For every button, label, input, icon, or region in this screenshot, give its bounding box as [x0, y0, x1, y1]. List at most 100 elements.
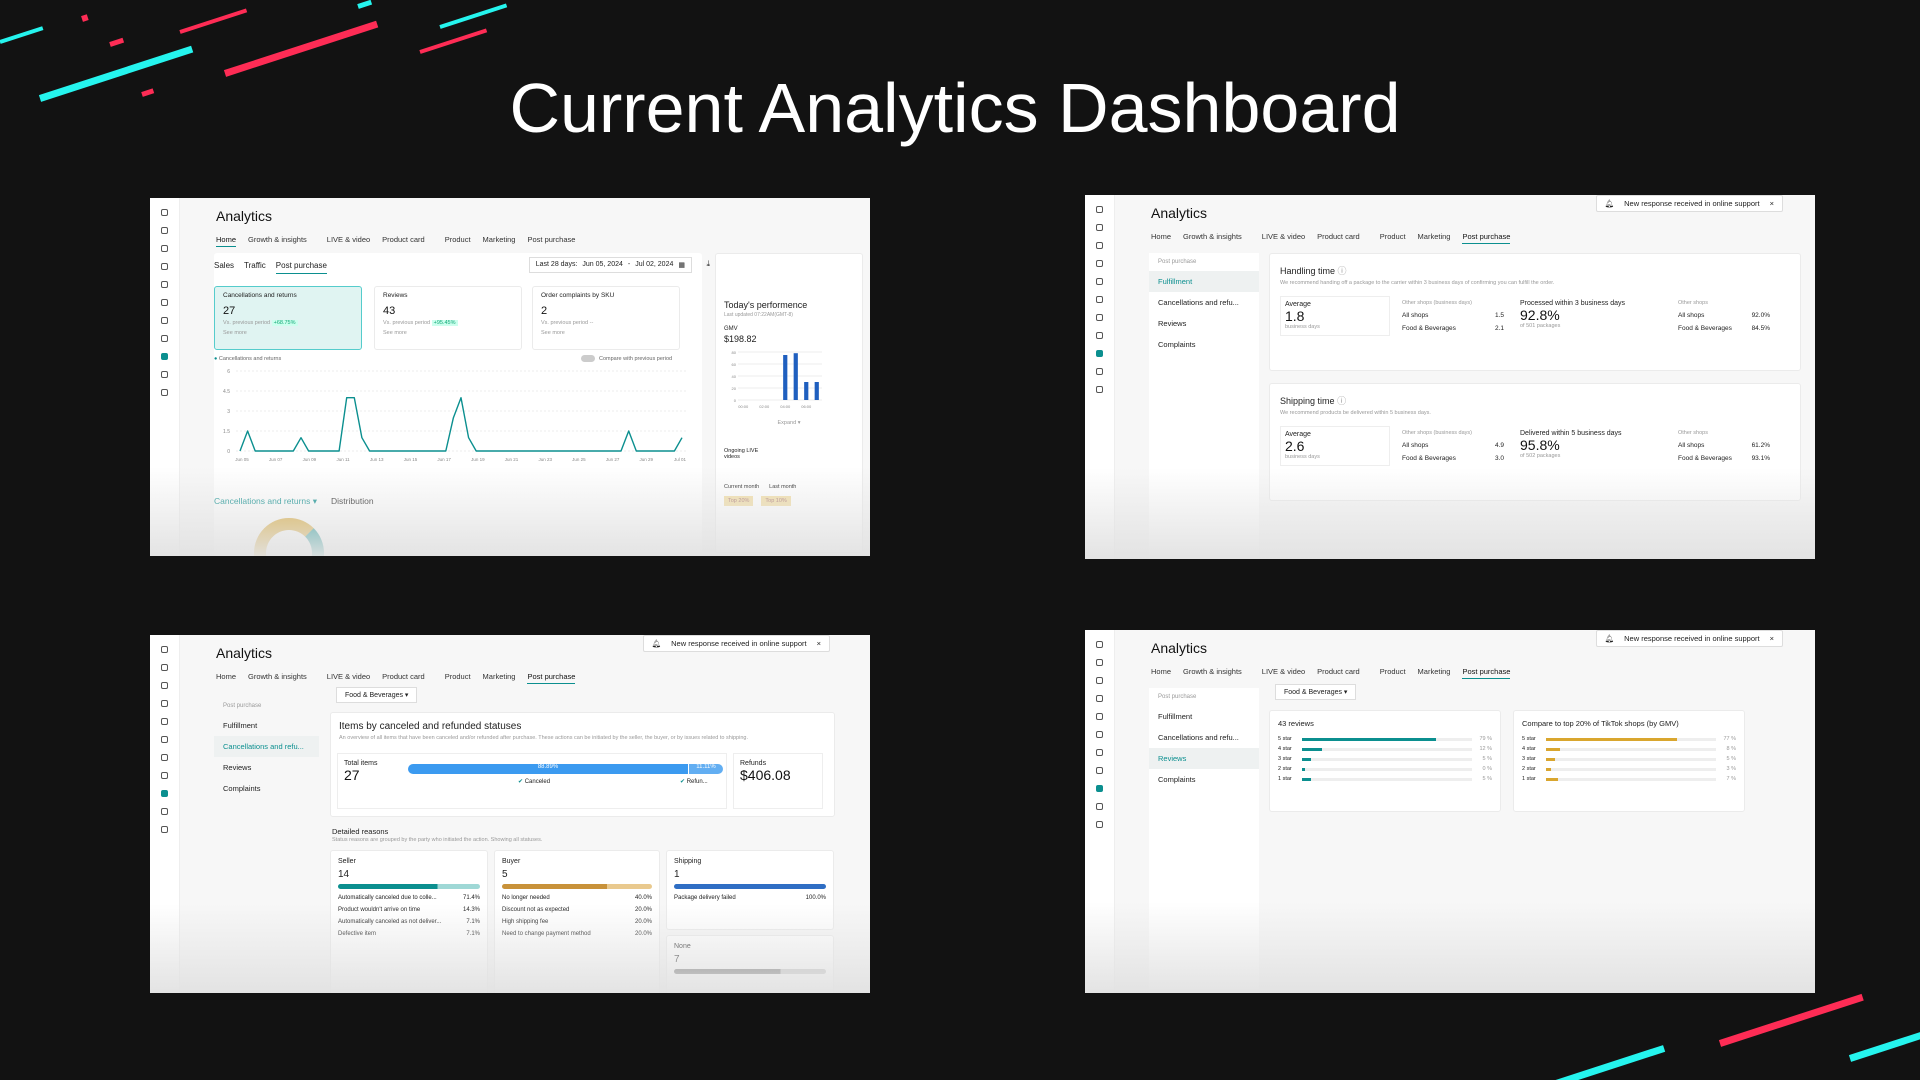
- products-icon[interactable]: [161, 245, 168, 252]
- reason-row[interactable]: High shipping fee 20.0%: [502, 919, 652, 925]
- nav-product[interactable]: Product: [1380, 667, 1406, 679]
- see-more-link[interactable]: See more: [223, 330, 353, 336]
- nav-home[interactable]: Home: [216, 235, 237, 247]
- reason-row[interactable]: Need to change payment method 20.0%: [502, 931, 652, 937]
- sidebar-item-fulfillment[interactable]: Fulfillment: [1149, 706, 1259, 727]
- date-range-picker[interactable]: Last 28 days: Jun 05, 2024 - Jul 02, 202…: [528, 257, 692, 273]
- metric-dropdown[interactable]: Cancellations and returns ▾: [214, 496, 317, 507]
- nav-product[interactable]: Product: [445, 235, 471, 247]
- nav-growth[interactable]: Growth & insights: [1183, 667, 1242, 679]
- nav-home[interactable]: Home: [1151, 667, 1171, 679]
- sidebar-item-cancellations[interactable]: Cancellations and refu...: [214, 736, 319, 757]
- nav-growth[interactable]: Growth & insights: [248, 672, 307, 684]
- finance-icon[interactable]: [1096, 731, 1103, 738]
- expand-button[interactable]: Expand ▾: [724, 420, 854, 426]
- growth-icon[interactable]: [161, 754, 168, 761]
- nav-growth[interactable]: Growth & insights: [248, 235, 307, 247]
- analytics-icon[interactable]: [161, 353, 168, 360]
- location-icon[interactable]: [161, 371, 168, 378]
- nav-product-card[interactable]: Product card: [1317, 232, 1360, 244]
- finance-icon[interactable]: [161, 736, 168, 743]
- marketing-icon[interactable]: [1096, 695, 1103, 702]
- growth-icon[interactable]: [1096, 749, 1103, 756]
- card-icon[interactable]: [161, 389, 168, 396]
- category-filter[interactable]: Food & Beverages ▾: [1275, 684, 1357, 700]
- nav-product[interactable]: Product: [1380, 232, 1406, 244]
- marketing-icon[interactable]: [161, 700, 168, 707]
- metric-card-complaints[interactable]: Order complaints by SKU 2 Vs. previous p…: [532, 286, 680, 350]
- location-icon[interactable]: [1096, 803, 1103, 810]
- marketing-icon[interactable]: [1096, 260, 1103, 267]
- analytics-icon[interactable]: [1096, 785, 1103, 792]
- nav-live[interactable]: LIVE & video: [1262, 667, 1305, 679]
- orders-icon[interactable]: [1096, 224, 1103, 231]
- users-icon[interactable]: [161, 718, 168, 725]
- home-icon[interactable]: [1096, 641, 1103, 648]
- apps-icon[interactable]: [161, 335, 168, 342]
- sidebar-item-reviews[interactable]: Reviews: [214, 757, 319, 778]
- nav-marketing[interactable]: Marketing: [1418, 232, 1451, 244]
- notification-toast[interactable]: 🔔︎ New response received in online suppor…: [1595, 630, 1783, 647]
- reason-row[interactable]: Automatically canceled as not deliver...…: [338, 919, 480, 925]
- nav-home[interactable]: Home: [1151, 232, 1171, 244]
- orders-icon[interactable]: [1096, 659, 1103, 666]
- finance-icon[interactable]: [1096, 296, 1103, 303]
- sidebar-item-complaints[interactable]: Complaints: [1149, 769, 1259, 790]
- products-icon[interactable]: [1096, 242, 1103, 249]
- orders-icon[interactable]: [161, 227, 168, 234]
- tab-post-purchase[interactable]: Post purchase: [275, 261, 327, 274]
- sidebar-item-reviews[interactable]: Reviews: [1149, 748, 1259, 769]
- reason-card-seller[interactable]: Seller 14 Automatically canceled due to co…: [330, 850, 488, 993]
- download-icon[interactable]: ⤓: [706, 259, 710, 269]
- sidebar-item-cancellations[interactable]: Cancellations and refu...: [1149, 292, 1259, 313]
- tab-sales[interactable]: Sales: [214, 261, 234, 274]
- finance-icon[interactable]: [161, 299, 168, 306]
- analytics-icon[interactable]: [161, 790, 168, 797]
- reason-row[interactable]: Defective item 7.1%: [338, 931, 480, 937]
- nav-product[interactable]: Product: [445, 672, 471, 684]
- card-icon[interactable]: [1096, 386, 1103, 393]
- marketing-icon[interactable]: [161, 263, 168, 270]
- analytics-icon[interactable]: [1096, 350, 1103, 357]
- apps-icon[interactable]: [161, 772, 168, 779]
- nav-live[interactable]: LIVE & video: [1262, 232, 1305, 244]
- notification-toast[interactable]: 🔔︎ New response received in online suppor…: [642, 635, 830, 652]
- nav-live[interactable]: LIVE & video: [327, 235, 370, 247]
- close-icon[interactable]: ×: [817, 639, 821, 648]
- close-icon[interactable]: ×: [1770, 199, 1774, 208]
- metric-card-cancellations[interactable]: Cancellations and returns 27 Vs. previou…: [214, 286, 362, 350]
- card-icon[interactable]: [161, 826, 168, 833]
- reason-card-none[interactable]: None 7: [666, 935, 834, 993]
- sidebar-item-cancellations[interactable]: Cancellations and refu...: [1149, 727, 1259, 748]
- see-more-link[interactable]: See more: [383, 330, 513, 336]
- home-icon[interactable]: [161, 209, 168, 216]
- users-icon[interactable]: [161, 281, 168, 288]
- nav-product-card[interactable]: Product card: [382, 235, 425, 247]
- reason-row[interactable]: Discount not as expected 20.0%: [502, 907, 652, 913]
- nav-live[interactable]: LIVE & video: [327, 672, 370, 684]
- apps-icon[interactable]: [1096, 332, 1103, 339]
- category-filter[interactable]: Food & Beverages ▾: [336, 687, 418, 703]
- metric-card-reviews[interactable]: Reviews 43 Vs. previous period +95.45% S…: [374, 286, 522, 350]
- growth-icon[interactable]: [161, 317, 168, 324]
- sidebar-item-complaints[interactable]: Complaints: [1149, 334, 1259, 355]
- home-icon[interactable]: [161, 646, 168, 653]
- see-more-link[interactable]: See more: [541, 330, 671, 336]
- compare-toggle[interactable]: Compare with previous period: [581, 355, 672, 362]
- notification-toast[interactable]: 🔔︎ New response received in online suppor…: [1595, 195, 1783, 212]
- nav-product-card[interactable]: Product card: [1317, 667, 1360, 679]
- nav-marketing[interactable]: Marketing: [483, 672, 516, 684]
- nav-marketing[interactable]: Marketing: [483, 235, 516, 247]
- users-icon[interactable]: [1096, 278, 1103, 285]
- location-icon[interactable]: [1096, 368, 1103, 375]
- nav-post-purchase[interactable]: Post purchase: [1462, 232, 1511, 244]
- reason-row[interactable]: Product wouldn't arrive on time 14.3%: [338, 907, 480, 913]
- nav-home[interactable]: Home: [216, 672, 236, 684]
- reason-card-buyer[interactable]: Buyer 5 No longer needed 40.0% Discount not …: [494, 850, 660, 993]
- home-icon[interactable]: [1096, 206, 1103, 213]
- nav-product-card[interactable]: Product card: [382, 672, 425, 684]
- reason-row[interactable]: No longer needed 40.0%: [502, 895, 652, 901]
- reason-row[interactable]: Package delivery failed 100.0%: [674, 895, 826, 901]
- products-icon[interactable]: [161, 682, 168, 689]
- sidebar-item-complaints[interactable]: Complaints: [214, 778, 319, 799]
